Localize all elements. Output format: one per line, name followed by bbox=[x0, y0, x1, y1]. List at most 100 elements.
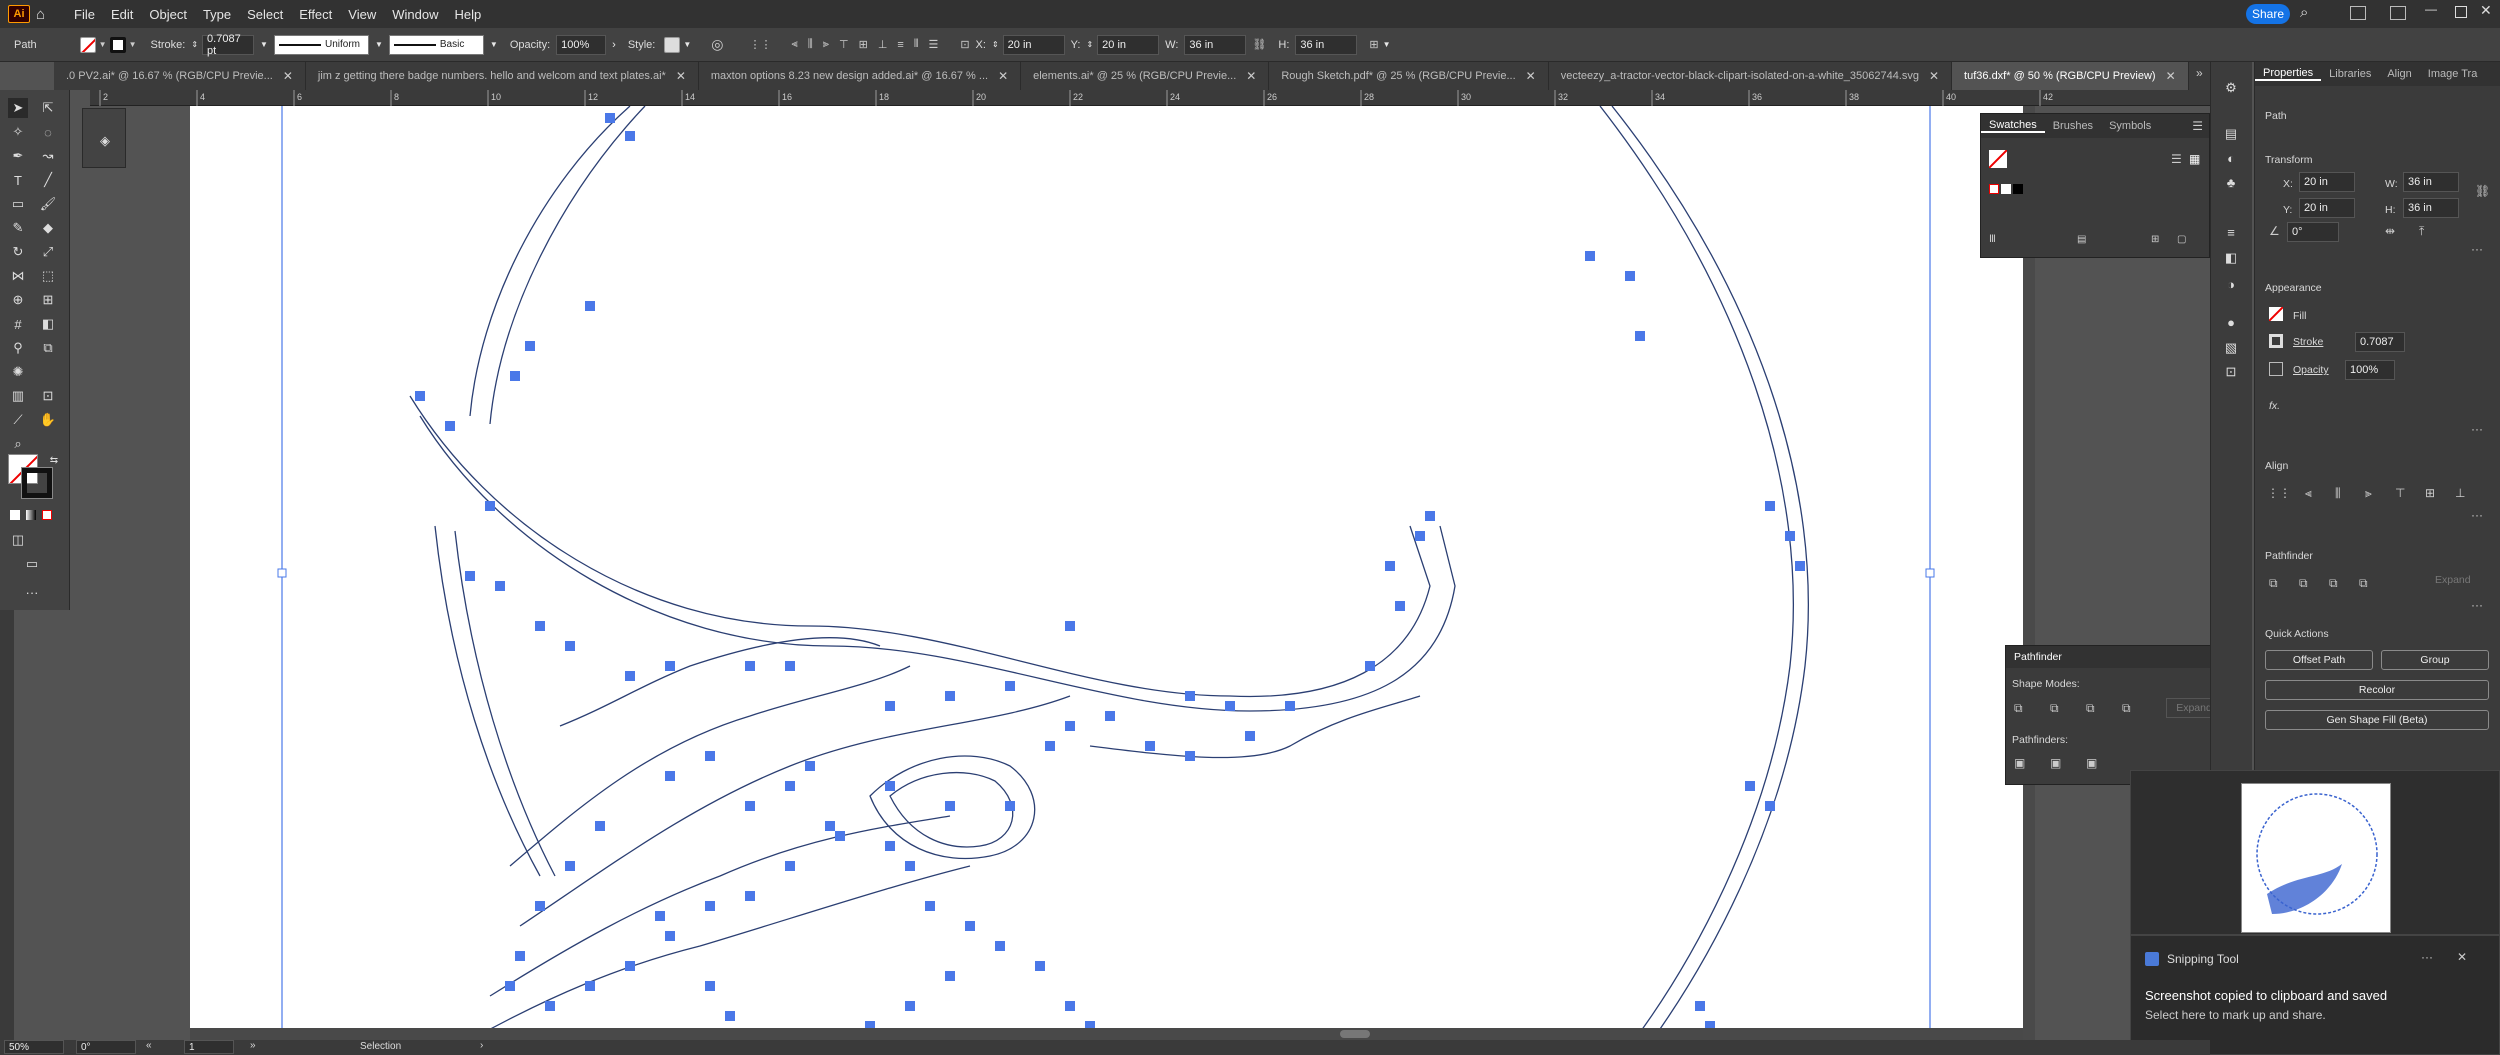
none-mode-icon[interactable] bbox=[42, 510, 52, 520]
notification-toast[interactable]: Snipping Tool ··· ✕ Screenshot copied to… bbox=[2130, 935, 2500, 1055]
align-vcenter-icon[interactable]: ⊞ bbox=[859, 38, 868, 51]
stepper-icon[interactable]: ⇕ bbox=[1086, 40, 1093, 49]
align-top-icon[interactable]: ⊤ bbox=[2395, 486, 2405, 500]
minimize-icon[interactable]: — bbox=[2425, 2, 2437, 16]
curvature-icon[interactable]: ↝ bbox=[38, 146, 58, 166]
exclude-icon[interactable]: ⧉ bbox=[2122, 701, 2131, 716]
transparency-icon[interactable]: ◑ bbox=[2221, 274, 2241, 294]
draw-mode-icon[interactable]: ◫ bbox=[8, 530, 28, 550]
more-tools-icon[interactable]: ··· bbox=[22, 582, 42, 602]
pen-tool-icon[interactable]: ✒ bbox=[8, 146, 28, 166]
color-mode-icon[interactable] bbox=[10, 510, 20, 520]
stroke-panel-icon[interactable]: ≡ bbox=[2221, 222, 2241, 242]
artboard-canvas[interactable] bbox=[190, 106, 2023, 1040]
align-top-icon[interactable]: ⊤ bbox=[839, 38, 849, 51]
graph-tool-icon[interactable]: ▥ bbox=[8, 386, 28, 406]
rotate-icon[interactable]: ↻ bbox=[8, 242, 28, 262]
arrange-icon[interactable] bbox=[2390, 6, 2406, 20]
trim-icon[interactable]: ▣ bbox=[2050, 756, 2061, 770]
zoom-field[interactable]: 50% bbox=[4, 1040, 64, 1054]
menu-help[interactable]: Help bbox=[446, 7, 489, 22]
y-field[interactable]: 20 in bbox=[1097, 34, 1160, 55]
menu-object[interactable]: Object bbox=[141, 7, 195, 22]
recolor-icon[interactable]: ◎ bbox=[711, 36, 723, 53]
tab-document[interactable]: jim z getting there badge numbers. hello… bbox=[306, 62, 699, 90]
perspective-icon[interactable]: ⊞ bbox=[38, 290, 58, 310]
zoom-tool-icon[interactable]: ⌕ bbox=[8, 434, 28, 454]
unite-icon[interactable]: ⧉ bbox=[2269, 576, 2278, 591]
gradient-panel-icon[interactable]: ◧ bbox=[2221, 248, 2241, 268]
stroke-weight-field[interactable]: 0.7087 pt bbox=[202, 33, 255, 57]
close-tab-icon[interactable]: ✕ bbox=[1526, 69, 1536, 83]
opacity-label[interactable]: Opacity bbox=[2293, 364, 2329, 376]
stepper-icon[interactable]: ⇕ bbox=[191, 40, 198, 49]
align-vcenter-icon[interactable]: ⊞ bbox=[2425, 486, 2435, 500]
close-tab-icon[interactable]: ✕ bbox=[1246, 69, 1256, 83]
artboard-field[interactable]: 1 bbox=[184, 1040, 234, 1054]
align-to-icon[interactable]: ⋮⋮ bbox=[750, 38, 772, 51]
expand-button[interactable]: Expand bbox=[2435, 574, 2471, 586]
more-options-icon[interactable]: ··· bbox=[2471, 508, 2483, 522]
shape-options-icon[interactable]: ⊞ bbox=[1369, 38, 1378, 51]
new-color-group-icon[interactable]: ▤ bbox=[2077, 234, 2086, 245]
close-tab-icon[interactable]: ✕ bbox=[676, 69, 686, 83]
constrain-icon[interactable]: ⛓ bbox=[2475, 184, 2490, 198]
none-swatch-icon[interactable] bbox=[1989, 150, 2007, 168]
snip-preview[interactable] bbox=[2130, 770, 2500, 935]
close-tab-icon[interactable]: ✕ bbox=[1929, 69, 1939, 83]
tab-document[interactable]: elements.ai* @ 25 % (RGB/CPU Previe... ✕ bbox=[1021, 62, 1270, 90]
more-options-icon[interactable]: ··· bbox=[2471, 598, 2483, 612]
close-tab-icon[interactable]: ✕ bbox=[2166, 69, 2176, 83]
group-button[interactable]: Group bbox=[2381, 650, 2489, 670]
color-icon[interactable]: ◐ bbox=[2221, 148, 2241, 168]
direct-selection-tool-icon[interactable]: ⇱ bbox=[38, 98, 58, 118]
free-transform-icon[interactable]: ⬚ bbox=[38, 266, 58, 286]
align-hcenter-icon[interactable]: ⫼ bbox=[2335, 486, 2341, 501]
align-left-icon[interactable]: ⫷ bbox=[2305, 486, 2312, 501]
close-tab-icon[interactable]: ✕ bbox=[998, 69, 1008, 83]
paintbrush-icon[interactable]: 🖌 bbox=[38, 194, 58, 214]
ruler-horizontal[interactable]: 2 4 6 8 10 12 14 16 18 20 22 24 26 28 30 32 34 36 38 40 42 bbox=[90, 90, 2210, 106]
delete-swatch-icon[interactable]: ▢ bbox=[2177, 234, 2186, 245]
width-tool-icon[interactable]: ⋈ bbox=[8, 266, 28, 286]
links-icon[interactable]: ⊡ bbox=[2221, 362, 2241, 382]
white-swatch[interactable] bbox=[2001, 184, 2011, 194]
stroke-weight-field[interactable]: 0.7087 bbox=[2355, 332, 2405, 352]
x-field[interactable]: 20 in bbox=[2299, 172, 2355, 192]
blend-icon[interactable]: ⧉ bbox=[38, 338, 58, 358]
intersect-icon[interactable]: ⧉ bbox=[2086, 701, 2095, 716]
share-button[interactable]: Share bbox=[2246, 4, 2290, 24]
search-icon[interactable]: ⌕ bbox=[2300, 4, 2308, 21]
tab-properties[interactable]: Properties bbox=[2255, 67, 2322, 81]
stroke-label[interactable]: Stroke bbox=[2293, 336, 2323, 348]
artboard-prev-icon[interactable]: « bbox=[146, 1040, 152, 1051]
hand-tool-icon[interactable]: ✋ bbox=[38, 410, 58, 430]
shaper-icon[interactable]: ✎ bbox=[8, 218, 28, 238]
align-bottom-icon[interactable]: ⊥ bbox=[2455, 486, 2465, 500]
symbol-sprayer-icon[interactable]: ✺ bbox=[8, 362, 28, 382]
symbols-icon[interactable]: ♣ bbox=[2221, 172, 2241, 192]
opacity-field[interactable]: 100% bbox=[2345, 360, 2395, 380]
gen-shape-fill-button[interactable]: Gen Shape Fill (Beta) bbox=[2265, 710, 2489, 730]
menu-select[interactable]: Select bbox=[239, 7, 291, 22]
unite-icon[interactable]: ⧉ bbox=[2014, 701, 2023, 716]
eraser-icon[interactable]: ◆ bbox=[38, 218, 58, 238]
align-hcenter-icon[interactable]: ⫼ bbox=[808, 38, 813, 51]
gradient-icon[interactable]: ◧ bbox=[38, 314, 58, 334]
x-field[interactable]: 20 in bbox=[1002, 34, 1065, 55]
toast-more-icon[interactable]: ··· bbox=[2421, 950, 2433, 964]
stepper-icon[interactable]: ⇕ bbox=[992, 40, 999, 49]
home-icon[interactable]: ⌂ bbox=[36, 6, 56, 23]
tab-document-active[interactable]: tuf36.dxf* @ 50 % (RGB/CPU Preview) ✕ bbox=[1952, 62, 2189, 90]
grid-view-icon[interactable]: ▦ bbox=[2189, 152, 2200, 166]
scale-icon[interactable]: ⤢ bbox=[38, 242, 58, 262]
offset-path-button[interactable]: Offset Path bbox=[2265, 650, 2373, 670]
black-swatch[interactable] bbox=[2013, 184, 2023, 194]
link-icon[interactable]: ⛓ bbox=[1252, 38, 1266, 51]
screen-mode-icon[interactable]: ▭ bbox=[22, 554, 42, 574]
align-left-icon[interactable]: ⫷ bbox=[792, 38, 798, 51]
snip-thumbnail[interactable] bbox=[2241, 783, 2391, 933]
w-field[interactable]: 36 in bbox=[2403, 172, 2459, 192]
ruler-vertical[interactable] bbox=[0, 610, 14, 1045]
h-field[interactable]: 36 in bbox=[2403, 198, 2459, 218]
